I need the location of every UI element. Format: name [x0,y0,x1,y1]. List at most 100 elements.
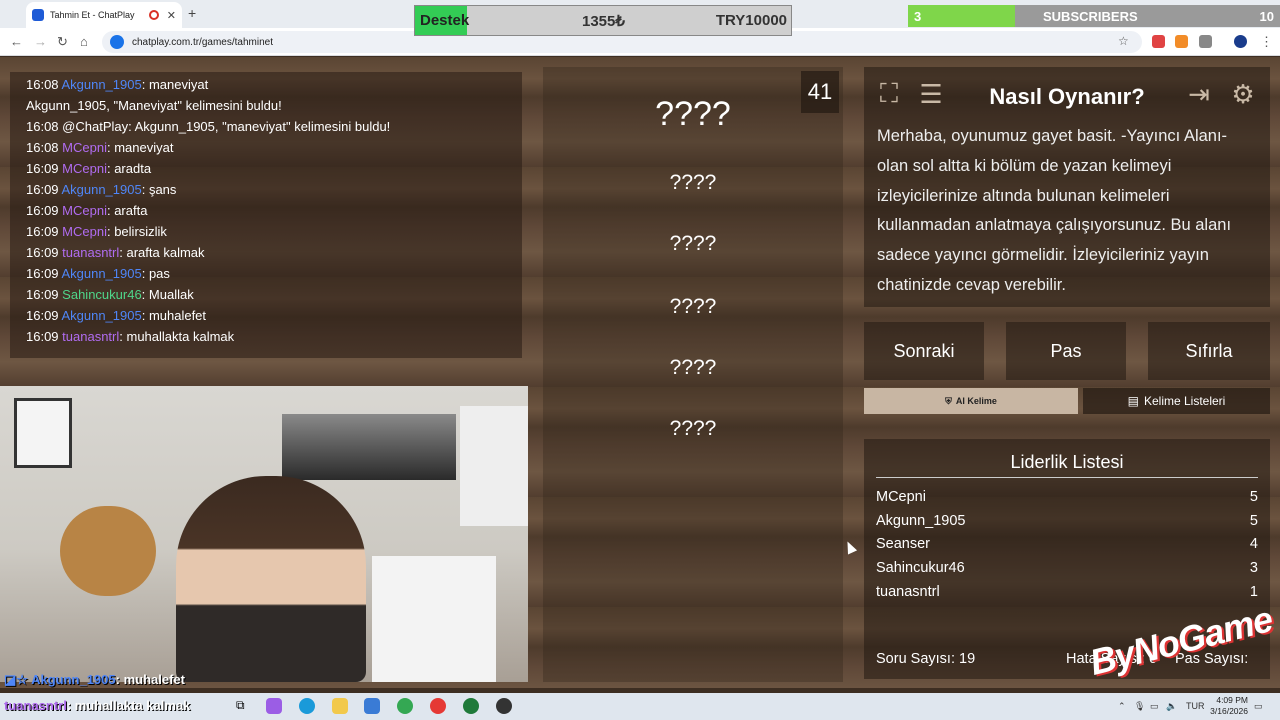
windows-taskbar: ⧉ ⌃ 🎙 ▭ 🔈 TUR 4:09 PM 3/16/2026 ▭ [0,693,1280,720]
shelf [460,406,528,526]
next-button[interactable]: Sonraki [864,322,984,380]
chat-text: muhallakta kalmak [126,329,235,344]
donation-current: 1355₺ [582,12,625,30]
chat-sep: : [119,329,127,344]
metamask-icon[interactable] [1175,35,1188,48]
wall-picture-frame [14,398,72,468]
notifications-icon[interactable]: ▭ [1254,701,1263,712]
microphone-icon[interactable]: 🎙 [1134,701,1145,712]
pass-button[interactable]: Pas [1006,322,1126,380]
menu-kebab-icon[interactable]: ⋮ [1260,34,1273,50]
overlay-chat-text: : muhallakta kalmak [66,698,191,713]
chat-text: maneviyat [148,77,209,92]
overlay-chat-user: tuanasntrl [4,698,67,713]
store-icon[interactable] [364,698,380,714]
chat-sep: : [141,308,149,323]
home-icon[interactable]: ⌂ [80,34,88,49]
chat-user: Akgunn_1905 [61,182,142,197]
how-to-play-panel: ⛶ ☰ Nasıl Oynanır? ⇥ ⚙ Merhaba, oyunumuz… [864,67,1270,307]
chat-sep: : [141,182,149,197]
chat-line: 16:09 Akgunn_1905: pas [26,263,506,284]
clock-date: 3/16/2026 [1210,706,1248,716]
ai-word-button[interactable]: ⛨ AI Kelime [864,388,1078,414]
opera-icon[interactable] [430,698,446,714]
chat-text: şans [148,182,177,197]
found-suffix: kelimesini buldu! [181,98,282,113]
clock-time: 4:09 PM [1216,695,1248,705]
twitch-icon: ◪☆ [4,672,28,687]
task-view-icon[interactable]: ⧉ [236,698,252,714]
chat-line: 16:09 tuanasntrl: arafta kalmak [26,242,506,263]
document-icon: ▤ [1127,394,1139,408]
extensions-puzzle-icon[interactable] [1199,35,1212,48]
player-score: 1 [1249,584,1258,600]
chat-time: 16:08 [26,140,59,155]
tray-chevron-icon[interactable]: ⌃ [1118,701,1126,712]
ai-word-label: AI Kelime [955,396,997,406]
file-explorer-icon[interactable] [332,698,348,714]
chrome-active-icon[interactable] [463,698,479,714]
player-name: Akgunn_1905 [876,513,966,529]
player-score: 5 [1249,513,1258,529]
chat-line: 16:09 MCepni: arafta [26,200,506,221]
mouse-cursor-icon [842,539,858,555]
leaderboard-row: Sahincukur46 3 [876,560,1258,576]
player-name: tuanasntrl [876,584,940,600]
leaderboard-row: Akgunn_1905 5 [876,513,1258,529]
word-lists-button[interactable]: ▤ Kelime Listeleri [1083,388,1270,414]
leaderboard-row: MCepni 5 [876,489,1258,505]
back-icon[interactable]: ← [10,34,23,49]
chat-line: 16:09 tuanasntrl: muhallakta kalmak [26,326,506,347]
chat-time: 16:09 [26,308,59,323]
system-clock[interactable]: 4:09 PM 3/16/2026 [1210,695,1248,717]
edge-icon[interactable] [299,698,315,714]
subscriber-goal: 10 [1259,8,1274,24]
new-tab-button[interactable]: + [188,5,196,21]
word-lists-label: Kelime Listeleri [1143,394,1226,408]
network-icon[interactable]: ▭ [1150,701,1159,712]
donation-goal-bar: Destek 1355₺ TRY10000 [414,5,792,36]
forbidden-word: ???? [669,295,717,318]
browser-tab[interactable]: Tahmin Et - ChatPlay ✕ [26,2,182,28]
donation-goal: TRY10000 [715,12,787,29]
close-tab-icon[interactable]: ✕ [167,9,176,22]
copilot-icon[interactable] [266,698,282,714]
forbidden-word: ???? [669,171,717,194]
reload-icon[interactable]: ↻ [57,34,68,50]
chat-line: 16:09 Sahincukur46: Muallak [26,284,506,305]
bookmark-star-icon[interactable]: ☆ [1118,34,1129,48]
chat-text: Muallak [148,287,194,302]
subscriber-count: 3 [914,8,922,24]
url-text: chatplay.com.tr/games/tahminet [132,36,273,48]
player-name: Seanser [876,536,931,552]
chat-line: 16:09 MCepni: belirsizlik [26,221,506,242]
reset-button[interactable]: Sıfırla [1148,322,1270,380]
divider [876,477,1258,478]
chat-line: 16:08 Akgunn_1905: maneviyat [26,74,506,95]
chat-user: Sahincukur46 [62,287,142,302]
player-score: 4 [1249,536,1258,552]
chat-text: arafta kalmak [126,245,205,260]
gear-icon[interactable]: ⚙ [1226,77,1260,111]
volume-icon[interactable]: 🔈 [1166,701,1177,712]
extension-icon[interactable] [1152,35,1165,48]
chat-time: 16:09 [26,182,59,197]
overlay-chat-user: Akgunn_1905 [31,672,116,687]
word-panel: 41 ???? ???? ???? ???? ???? ???? [543,67,843,682]
chat-line: 16:08 MCepni: maneviyat [26,137,506,158]
obs-icon[interactable] [496,698,512,714]
overlay-chat-line: ◪☆ Akgunn_1905: muhalefet [4,672,185,688]
forward-icon[interactable]: → [34,34,47,49]
tab-title: Tahmin Et - ChatPlay [50,10,135,20]
chat-line: 16:09 MCepni: aradta [26,158,506,179]
language-indicator[interactable]: TUR [1186,701,1205,711]
profile-avatar[interactable] [1234,35,1247,48]
forbidden-word: ???? [669,232,717,255]
logout-icon[interactable]: ⇥ [1182,77,1216,111]
subscriber-goal-bar: 3 SUBSCRIBERS 10 [908,5,1280,27]
player-name: Sahincukur46 [876,560,965,576]
game-area: 16:08 Akgunn_1905: maneviyat Akgunn_1905… [0,57,1280,688]
chat-time: 16:08 [26,77,59,92]
chrome-icon[interactable] [397,698,413,714]
site-info-icon[interactable] [110,35,124,49]
